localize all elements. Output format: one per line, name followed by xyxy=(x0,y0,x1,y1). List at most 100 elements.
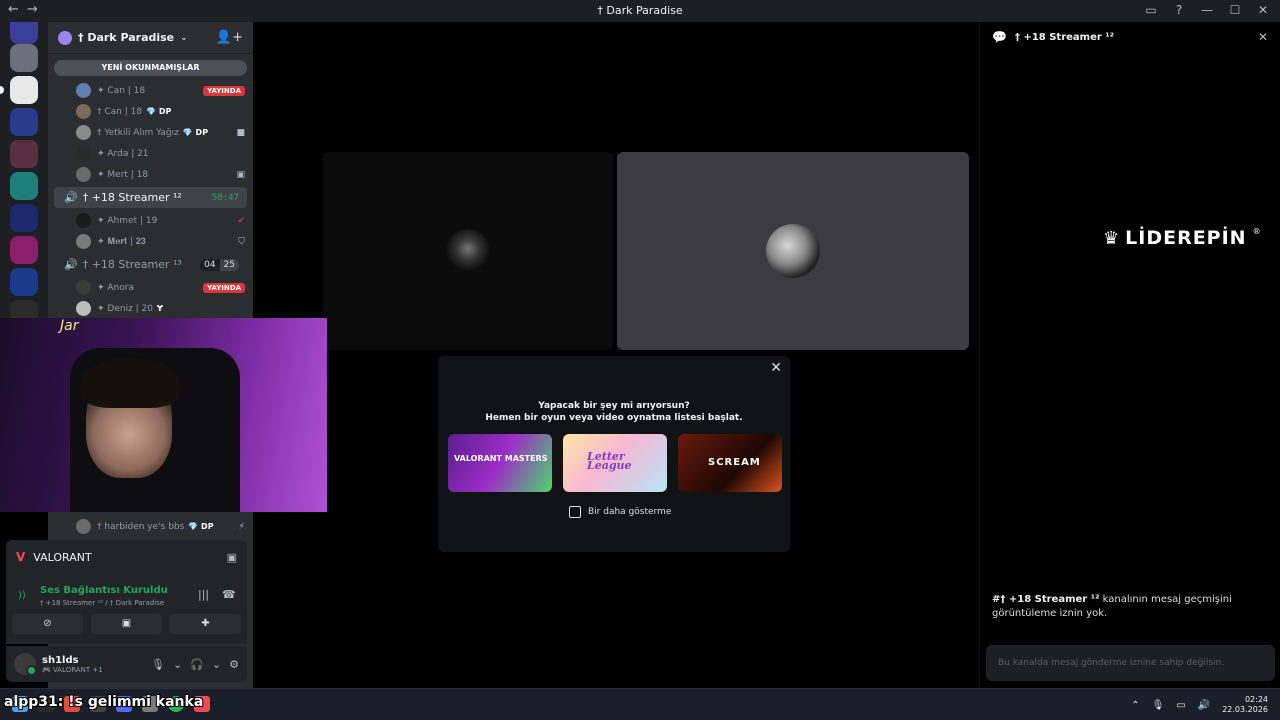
participant-tile[interactable] xyxy=(323,152,613,350)
server-header[interactable]: † Dark Paradise ⌄ 👤+ xyxy=(48,22,253,54)
avatar xyxy=(76,301,91,316)
signal-icon[interactable]: )) xyxy=(18,590,26,601)
server-icon[interactable] xyxy=(10,76,38,104)
voice-stage: ✕ Yapacak bir şey mi arıyorsun? Hemen bi… xyxy=(253,22,975,688)
chevron-down-icon[interactable]: ⌄ xyxy=(212,658,221,671)
minimize-icon[interactable]: — xyxy=(1200,3,1214,17)
help-icon[interactable]: ? xyxy=(1172,3,1186,17)
voice-user[interactable]: † Yetkili Alım Yağız 💎 DP ■ xyxy=(48,122,253,143)
avatar[interactable] xyxy=(14,653,37,676)
activity-card-label: Letter League xyxy=(587,450,632,472)
chat-bubble-icon: 💬 xyxy=(992,30,1007,44)
server-icon[interactable] xyxy=(10,44,38,72)
voice-user[interactable]: ✦ Can | 18 YAYINDA xyxy=(48,80,253,101)
dp-tag: 💎 DP xyxy=(182,128,209,137)
tray-expand-icon[interactable]: ⌃ xyxy=(1131,700,1139,711)
activity-card-label: VALORANT MASTERS xyxy=(454,454,548,463)
voice-user-name: † harbiden ye's bbs xyxy=(97,521,185,532)
voice-user[interactable]: ✦ Anora YAYINDA xyxy=(48,277,253,298)
new-unreads-pill[interactable]: YENİ OKUNMAMIŞLAR xyxy=(54,60,247,76)
activities-button[interactable]: ✚ xyxy=(170,614,241,634)
headset-icon[interactable]: 🎧 xyxy=(190,658,204,671)
server-icon[interactable] xyxy=(10,300,38,318)
avatar xyxy=(76,213,91,228)
user-panel: sh1lds 🎮 VALORANT +1 🎙 ⌄ 🎧 ⌄ ⚙ xyxy=(6,646,247,682)
checkbox[interactable] xyxy=(569,506,581,518)
participant-avatar xyxy=(446,229,490,273)
activity-card-scream[interactable]: SCREAM xyxy=(678,434,782,492)
camera-off-button[interactable]: ⊘ xyxy=(12,614,83,634)
server-icon[interactable] xyxy=(10,204,38,232)
voice-channel-streamer-13[interactable]: 🔊 † +18 Streamer ¹³ 04 25 xyxy=(54,254,247,275)
status-icon: Ɏ xyxy=(157,304,163,313)
voice-user[interactable]: ✦ Deniz | 20 Ɏ xyxy=(48,298,253,319)
chat-header: 💬 † +18 Streamer ¹² ✕ xyxy=(980,22,1280,52)
forward-arrow-icon[interactable]: → xyxy=(27,2,38,17)
activity-card-letter-league[interactable]: Letter League xyxy=(563,434,667,492)
avatar xyxy=(76,104,91,119)
avatar xyxy=(76,125,91,140)
avatar xyxy=(76,234,91,249)
user-controls: 🎙 ⌄ 🎧 ⌄ ⚙ xyxy=(151,658,239,671)
server-rail xyxy=(0,22,48,318)
server-name: † Dark Paradise xyxy=(78,31,175,44)
microphone-icon[interactable]: 🎙 xyxy=(151,658,165,671)
server-icon[interactable] xyxy=(10,172,38,200)
screen-share-icon[interactable]: ▣ xyxy=(227,551,237,564)
voice-user-name: ✦ Ahmet | 19 xyxy=(97,215,158,226)
network-icon[interactable]: ▭ xyxy=(1176,700,1185,711)
invite-people-icon[interactable]: 👤+ xyxy=(216,30,243,45)
neon-sign: Jar xyxy=(60,318,79,334)
window-title-text: † Dark Paradise xyxy=(597,4,683,17)
voice-user[interactable]: ✦ Ahmet | 19 ✔ xyxy=(48,210,253,231)
chevron-down-icon[interactable]: ⌄ xyxy=(173,658,182,671)
message-input[interactable]: Bu kanalda mesaj gönderme iznine sahip d… xyxy=(986,645,1275,681)
server-icon[interactable] xyxy=(10,140,38,168)
voice-channel-streamer-12[interactable]: 🔊 † +18 Streamer ¹² 58:47 xyxy=(54,187,247,208)
clock-time: 02:24 xyxy=(1244,695,1268,704)
streamer-hair xyxy=(80,358,180,408)
game-name: VALORANT xyxy=(33,550,92,564)
user-info[interactable]: sh1lds 🎮 VALORANT +1 xyxy=(42,655,103,674)
speaker-icon: 🔊 xyxy=(64,258,78,271)
close-icon[interactable]: ✕ xyxy=(770,360,782,376)
disconnect-icon[interactable]: ☎ xyxy=(222,588,236,601)
voice-location[interactable]: † +18 Streamer ¹² / † Dark Paradise xyxy=(40,599,164,607)
activity-cards: VALORANT MASTERS Letter League SCREAM xyxy=(448,434,782,492)
voice-user[interactable]: ✦ Mert | 18 ▣ xyxy=(48,164,253,185)
close-icon[interactable]: ✕ xyxy=(1258,30,1268,44)
clock[interactable]: 02:24 22.03.2026 xyxy=(1222,695,1268,715)
participant-avatar xyxy=(766,224,820,278)
back-arrow-icon[interactable]: ← xyxy=(8,2,19,17)
voice-user-name: ✦ Mert | 18 xyxy=(97,169,149,180)
voice-user-name: ✦ Deniz | 20 xyxy=(97,303,154,314)
share-screen-button[interactable]: ▣ xyxy=(91,614,162,634)
settings-gear-icon[interactable]: ⚙ xyxy=(229,658,239,671)
maximize-icon[interactable]: ☐ xyxy=(1228,3,1242,17)
close-icon[interactable]: ✕ xyxy=(1256,3,1270,17)
valorant-logo-icon: V xyxy=(16,550,26,564)
volume-icon[interactable]: 🔊 xyxy=(1198,700,1210,711)
dont-show-again[interactable]: Bir daha gösterme xyxy=(569,506,671,518)
avatar xyxy=(76,167,91,182)
server-icon[interactable] xyxy=(10,236,38,264)
nav-buttons: ← → xyxy=(8,2,38,17)
server-icon[interactable] xyxy=(10,108,38,136)
voice-connected-label[interactable]: Ses Bağlantısı Kuruldu xyxy=(40,585,168,596)
voice-user[interactable]: † harbiden ye's bbs 💎 DP ⚡ xyxy=(48,516,253,537)
server-icon[interactable] xyxy=(10,268,38,296)
voice-user[interactable]: † Can | 18 💎 DP xyxy=(48,101,253,122)
notice-channel: #† +18 Streamer ¹² xyxy=(992,594,1100,605)
liderepin-watermark: ♛ LİDEREPİN ® xyxy=(1103,227,1261,249)
inbox-icon[interactable]: ▭ xyxy=(1144,3,1158,17)
noise-suppression-icon[interactable]: ||| xyxy=(198,588,209,601)
game-activity-panel[interactable]: V VALORANT ▣ xyxy=(6,540,247,574)
tray-microphone-icon[interactable]: 🎙 xyxy=(1152,700,1165,711)
chat-title: † +18 Streamer ¹² xyxy=(1014,31,1115,43)
server-icon[interactable] xyxy=(10,22,38,44)
voice-user[interactable]: ✦ Arda | 21 xyxy=(48,143,253,164)
participant-tile[interactable] xyxy=(617,152,969,350)
activity-card-valorant[interactable]: VALORANT MASTERS xyxy=(448,434,552,492)
voice-user[interactable]: ✦ 𝐌𝐞𝐫𝐭 | 𝟐𝟑 ⛉ xyxy=(48,231,253,252)
live-badge: YAYINDA xyxy=(203,85,245,96)
